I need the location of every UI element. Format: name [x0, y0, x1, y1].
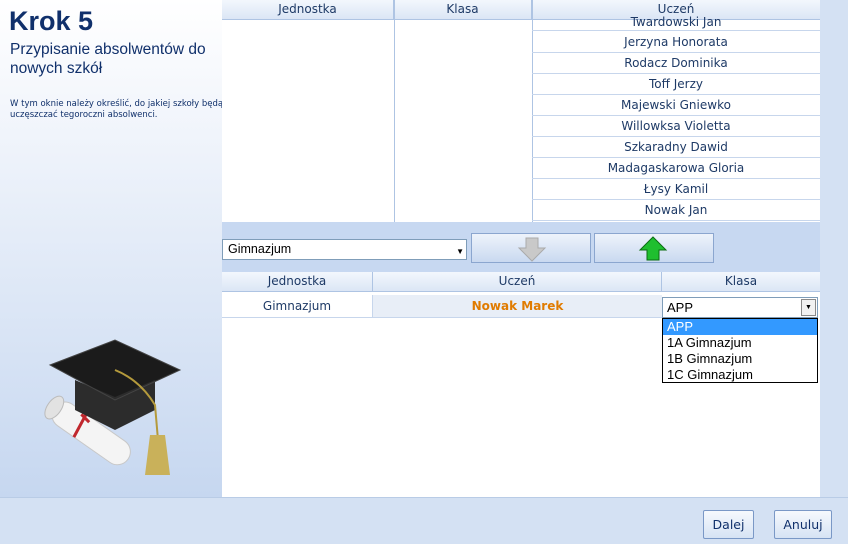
header-jednostka[interactable]: Jednostka	[222, 272, 373, 292]
step-title: Krok 5	[9, 6, 94, 36]
table-row[interactable]: Madagaskarowa Gloria	[532, 158, 820, 179]
table-row[interactable]: Szkaradny Dawid	[532, 137, 820, 158]
klasa-dropdown-list[interactable]: APP 1A Gimnazjum 1B Gimnazjum 1C Gimnazj…	[662, 318, 818, 383]
wizard-footer: Dalej Anuluj	[0, 497, 848, 544]
cancel-button[interactable]: Anuluj	[774, 510, 832, 539]
table-row[interactable]: Rodacz Dominika	[532, 53, 820, 74]
table-row[interactable]: Jerzyna Honorata	[532, 32, 820, 53]
school-select-value: Gimnazjum	[228, 242, 292, 256]
klasa-option-app[interactable]: APP	[663, 319, 817, 335]
graduation-cap-icon	[44, 339, 182, 475]
table-row[interactable]: Willowksa Violetta	[532, 116, 820, 137]
move-up-button[interactable]	[594, 233, 714, 263]
klasa-option-1a[interactable]: 1A Gimnazjum	[663, 335, 817, 351]
table-row[interactable]: Nowak Jan	[532, 200, 820, 221]
school-select[interactable]: Gimnazjum ▼	[222, 239, 467, 260]
table-row[interactable]: Toff Jerzy	[532, 74, 820, 95]
chevron-down-icon[interactable]: ▼	[801, 299, 816, 316]
header-klasa[interactable]: Klasa	[662, 272, 820, 292]
klasa-option-1c[interactable]: 1C Gimnazjum	[663, 367, 817, 383]
arrow-up-icon	[638, 236, 668, 261]
wizard-side-panel: Krok 5 Przypisanie absolwentów do nowych…	[0, 0, 224, 497]
assigned-table: Jednostka Uczeń Klasa Gimnazjum Nowak Ma…	[222, 272, 820, 497]
students-table: Jednostka Klasa Uczeń Twardowski Jan Jer…	[222, 0, 820, 222]
table-row[interactable]: Łysy Kamil	[532, 179, 820, 200]
row-jednostka[interactable]: Gimnazjum	[222, 295, 373, 318]
step-subtitle: Przypisanie absolwentów do nowych szkół	[10, 41, 206, 77]
header-uczen[interactable]: Uczeń	[373, 272, 662, 292]
step-description: W tym oknie należy określić, do jakiej s…	[10, 99, 224, 120]
header-jednostka[interactable]: Jednostka	[222, 0, 394, 20]
klasa-option-1b[interactable]: 1B Gimnazjum	[663, 351, 817, 367]
right-margin	[820, 0, 848, 497]
arrow-down-icon	[517, 237, 547, 262]
header-overlay	[532, 0, 820, 20]
header-klasa[interactable]: Klasa	[394, 0, 532, 20]
column-divider	[394, 0, 395, 222]
klasa-select[interactable]: APP ▼	[662, 297, 818, 318]
table-row[interactable]: Majewski Gniewko	[532, 95, 820, 116]
move-down-button[interactable]	[471, 233, 591, 263]
next-button[interactable]: Dalej	[703, 510, 754, 539]
klasa-select-value: APP	[667, 300, 694, 315]
transfer-bar: Gimnazjum ▼	[222, 222, 848, 272]
row-uczen[interactable]: Nowak Marek	[373, 295, 662, 318]
chevron-down-icon: ▼	[456, 247, 464, 256]
